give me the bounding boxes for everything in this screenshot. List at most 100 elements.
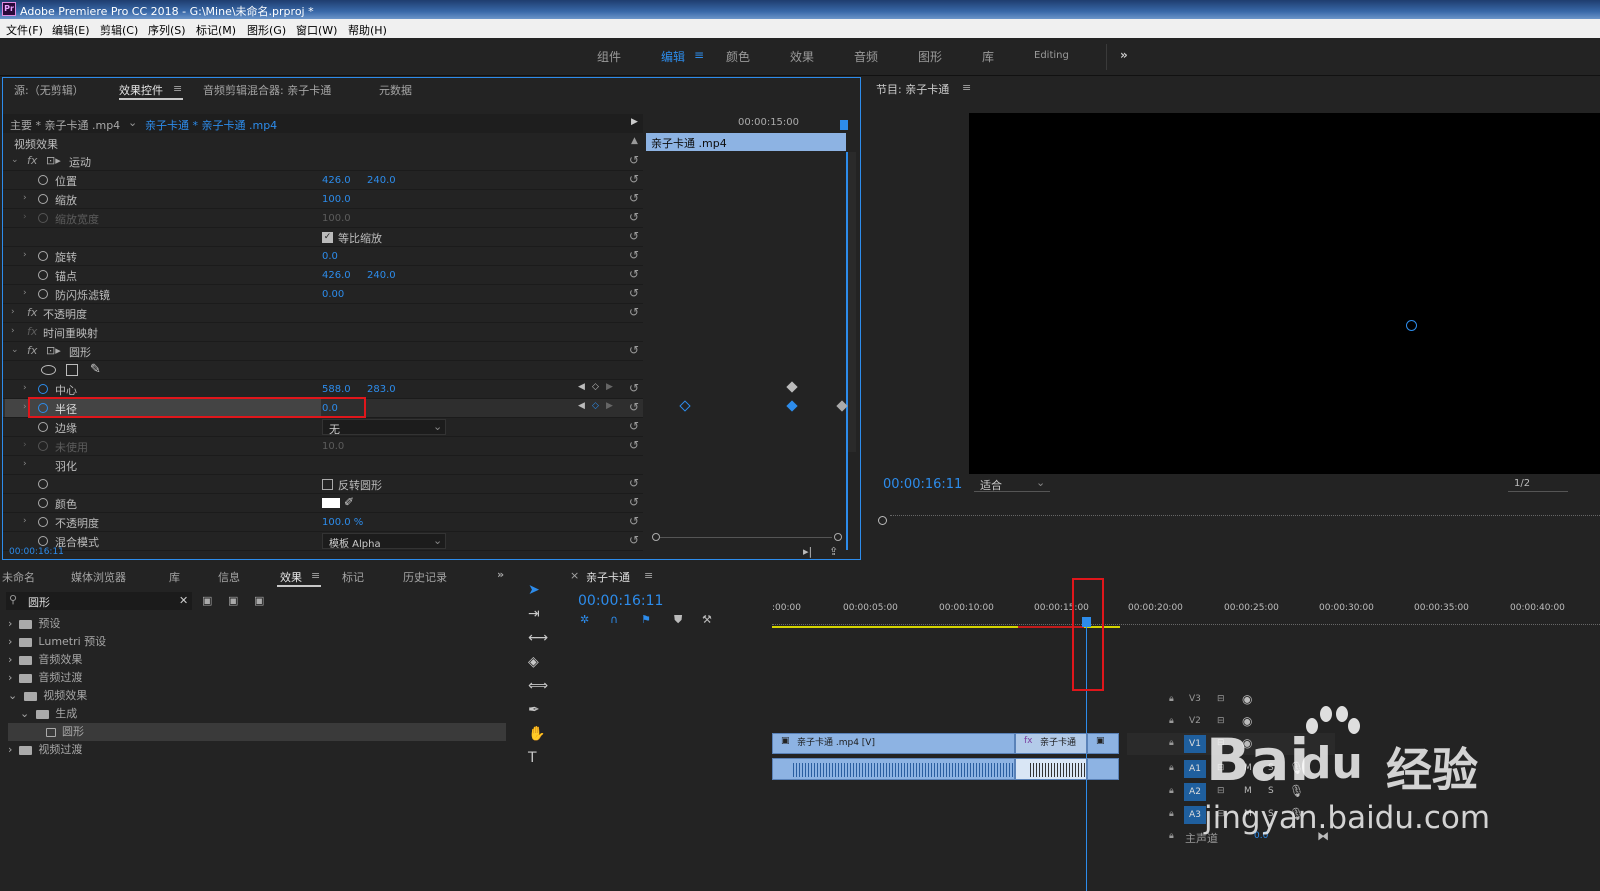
position-y-value[interactable]: 240.0 <box>367 175 396 186</box>
video-clip-2[interactable]: fx 亲子卡通 <box>1015 733 1087 754</box>
reset-icon[interactable]: ↺ <box>629 248 639 262</box>
zoom-handle-left-icon[interactable] <box>652 533 660 541</box>
tab-markers[interactable]: 标记 <box>342 569 364 585</box>
tab-project[interactable]: 未命名 <box>2 569 35 585</box>
ellipse-mask-icon[interactable] <box>41 365 56 375</box>
32bit-effects-icon[interactable]: ▣ <box>228 594 238 607</box>
slip-tool-icon[interactable]: ⟺ <box>528 678 548 694</box>
program-monitor-title[interactable]: 节目: 亲子卡通 <box>876 81 949 97</box>
workspace-assembly[interactable]: 组件 <box>597 48 621 65</box>
track-label[interactable]: V3 <box>1189 694 1201 704</box>
workspace-graphics[interactable]: 图形 <box>918 48 942 65</box>
panel-menu-icon[interactable]: ≡ <box>962 81 971 94</box>
chevron-right-icon[interactable]: › <box>11 307 15 317</box>
tab-audio-clip-mixer[interactable]: 音频剪辑混合器: 亲子卡通 <box>203 82 331 98</box>
color-swatch[interactable] <box>322 498 340 508</box>
tree-item-circle[interactable]: 圆形 <box>8 723 506 741</box>
export-icon[interactable]: ⇪ <box>829 545 838 558</box>
reset-icon[interactable]: ↺ <box>629 172 639 186</box>
program-scrubber[interactable] <box>878 512 1600 526</box>
center-y-value[interactable]: 283.0 <box>367 384 396 395</box>
panel-menu-icon[interactable]: ≡ <box>644 569 653 582</box>
program-video-frame[interactable] <box>969 113 1600 474</box>
video-clip-3[interactable]: ▣ <box>1087 733 1119 754</box>
tab-effect-controls[interactable]: 效果控件 <box>119 82 163 98</box>
antiflicker-value[interactable]: 0.00 <box>322 289 344 300</box>
fit-dropdown[interactable]: 适合 ⌄ <box>974 476 1050 492</box>
tree-item-audio-transitions[interactable]: › 音频过渡 <box>8 669 506 687</box>
stopwatch-icon[interactable] <box>38 498 48 508</box>
previous-keyframe-icon[interactable]: ◀ <box>578 401 585 411</box>
reset-icon[interactable]: ↺ <box>629 343 639 357</box>
stopwatch-icon[interactable] <box>38 175 48 185</box>
chevron-right-icon[interactable]: › <box>23 193 27 203</box>
tab-metadata[interactable]: 元数据 <box>379 82 412 98</box>
master-clip-label[interactable]: 主要 * 亲子卡通 .mp4 <box>10 117 120 133</box>
chevron-right-icon[interactable]: › <box>23 516 27 526</box>
reset-icon[interactable]: ↺ <box>629 514 639 528</box>
lock-icon[interactable]: 🔒︎ <box>1169 809 1174 819</box>
chevron-right-icon[interactable]: › <box>23 402 27 412</box>
stopwatch-icon[interactable] <box>38 251 48 261</box>
yuv-effects-icon[interactable]: ▣ <box>254 594 264 607</box>
razor-tool-icon[interactable]: ◈ <box>528 654 539 670</box>
ripple-edit-tool-icon[interactable]: ⟷ <box>528 630 548 646</box>
reset-icon[interactable]: ↺ <box>629 267 639 281</box>
resolution-dropdown[interactable]: 1/2 <box>1508 476 1568 492</box>
anchor-y-value[interactable]: 240.0 <box>367 270 396 281</box>
circle-center-handle-icon[interactable] <box>1406 320 1417 331</box>
workspace-color[interactable]: 颜色 <box>726 48 750 65</box>
sync-lock-icon[interactable]: ⊟ <box>1217 694 1225 704</box>
keyframe-icon[interactable] <box>786 381 798 393</box>
previous-keyframe-icon[interactable]: ◀ <box>578 382 585 392</box>
chevron-right-icon[interactable]: › <box>23 250 27 260</box>
tree-item-presets[interactable]: › 预设 <box>8 615 506 633</box>
tab-libraries[interactable]: 库 <box>169 569 180 585</box>
playhead-handle-icon[interactable] <box>878 516 887 525</box>
add-keyframe-icon[interactable]: ◇ <box>592 401 599 411</box>
transform-icon[interactable]: ⊡▸ <box>46 154 61 167</box>
menu-marker[interactable]: 标记(M) <box>196 22 236 38</box>
rectangle-mask-icon[interactable] <box>66 364 78 376</box>
tab-menu-icon[interactable]: ≡ <box>173 82 182 95</box>
lock-icon[interactable]: 🔒︎ <box>1169 738 1174 748</box>
stopwatch-icon[interactable] <box>38 194 48 204</box>
timeline-timecode[interactable]: 00:00:16:11 <box>578 593 663 609</box>
linked-selection-icon[interactable]: ∩ <box>610 613 618 626</box>
workspace-effects[interactable]: 效果 <box>790 48 814 65</box>
stopwatch-icon[interactable] <box>38 289 48 299</box>
search-input[interactable]: 圆形 <box>28 594 50 610</box>
accelerated-effects-icon[interactable]: ▣ <box>202 594 212 607</box>
eyedropper-icon[interactable]: ✐ <box>344 495 354 509</box>
transform-icon[interactable]: ⊡▸ <box>46 344 61 357</box>
workspace-libraries[interactable]: 库 <box>982 48 994 65</box>
panel-overflow-icon[interactable]: » <box>497 568 504 581</box>
chevron-right-icon[interactable]: › <box>11 326 15 336</box>
sequence-clip-label[interactable]: 亲子卡通 * 亲子卡通 .mp4 <box>145 117 277 133</box>
opacity-effect-row[interactable]: › fx 不透明度 ↺ <box>3 304 643 323</box>
fx-icon[interactable]: fx <box>27 344 37 357</box>
stopwatch-icon[interactable] <box>38 536 48 546</box>
selection-tool-icon[interactable]: ➤ <box>528 582 540 598</box>
reset-icon[interactable]: ↺ <box>629 533 639 547</box>
fx-icon[interactable]: fx <box>27 154 37 167</box>
tab-menu-icon[interactable]: ≡ <box>311 569 320 582</box>
tree-item-video-transitions[interactable]: › 视频过渡 <box>8 741 506 759</box>
chevron-right-icon[interactable]: › <box>23 459 27 469</box>
workspace-overflow-icon[interactable]: » <box>1120 48 1128 62</box>
ec-zoom-bar[interactable] <box>648 532 844 542</box>
reset-icon[interactable]: ↺ <box>629 229 639 243</box>
stopwatch-icon[interactable] <box>38 422 48 432</box>
center-x-value[interactable]: 588.0 <box>322 384 351 395</box>
timeline-ruler[interactable]: :00:00 00:00:05:00 00:00:10:00 00:00:15:… <box>772 600 1600 630</box>
stopwatch-icon[interactable] <box>38 517 48 527</box>
audio-clip-3[interactable] <box>1087 758 1119 780</box>
reset-icon[interactable]: ↺ <box>629 476 639 490</box>
menu-edit[interactable]: 编辑(E) <box>52 22 90 38</box>
workspace-editing[interactable]: 编辑 <box>661 48 685 65</box>
chevron-right-icon[interactable]: › <box>23 383 27 393</box>
workspace-menu-icon[interactable]: ≡ <box>694 48 704 62</box>
keyframe-icon[interactable] <box>786 400 798 412</box>
reset-icon[interactable]: ↺ <box>629 305 639 319</box>
add-keyframe-icon[interactable]: ◇ <box>592 382 599 392</box>
